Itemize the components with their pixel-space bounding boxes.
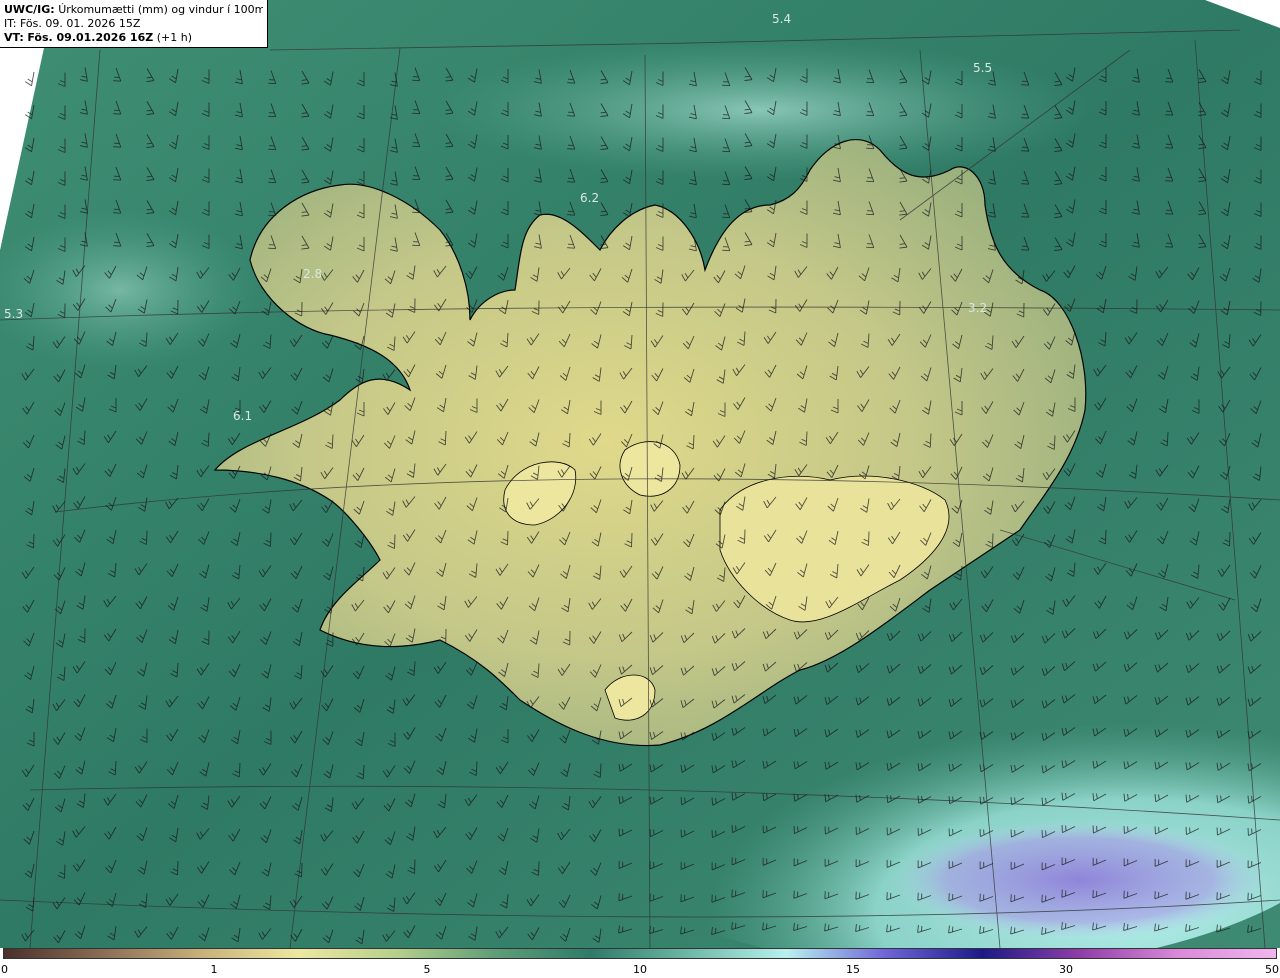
valid-time-line: VT: Fös. 09.01.2026 16Z (+1 h): [4, 31, 263, 45]
value-label-6.1: 6.1: [233, 409, 252, 423]
colorbar-tick-5: 5: [423, 963, 431, 976]
init-time-value: Fös. 09. 01. 2026 15Z: [19, 17, 141, 30]
value-label-3.2: 3.2: [968, 301, 987, 315]
valid-time-value: Fös. 09.01.2026 16Z: [27, 31, 154, 44]
colorbar-tick-15: 15: [846, 963, 860, 976]
init-time-line: IT: Fös. 09. 01. 2026 15Z: [4, 17, 263, 31]
colorbar-tick-1: 1: [210, 963, 218, 976]
colorbar-tick-30: 30: [1059, 963, 1073, 976]
model-label: UWC/IG:: [4, 3, 55, 16]
valid-time-offset: (+1 h): [156, 31, 192, 44]
colorbar-tick-0: 0: [1, 963, 8, 976]
value-label-2.8: 2.8: [303, 267, 322, 281]
map-title: Úrkomumætti (mm) og vindur í 100m hæð: [58, 3, 263, 16]
colorbar: 0 1 5 10 15 30 50: [0, 948, 1280, 978]
colorbar-tick-10: 10: [633, 963, 647, 976]
purple-cell: [890, 820, 1270, 940]
precipitation-wind-map: 5.4 5.5 6.2 5.3 2.8 3.2 6.1: [0, 0, 1280, 948]
value-label-5.4: 5.4: [772, 12, 791, 26]
title-line: UWC/IG: Úrkomumætti (mm) og vindur í 100…: [4, 3, 263, 17]
value-label-5.5: 5.5: [973, 61, 992, 75]
valid-time-label: VT:: [4, 31, 24, 44]
value-label-6.2: 6.2: [580, 191, 599, 205]
forecast-info-box: UWC/IG: Úrkomumætti (mm) og vindur í 100…: [0, 0, 268, 48]
colorbar-strip: [3, 948, 1277, 959]
init-time-label: IT:: [4, 17, 17, 30]
value-label-5.3: 5.3: [4, 307, 23, 321]
colorbar-tick-50: 50: [1265, 963, 1279, 976]
